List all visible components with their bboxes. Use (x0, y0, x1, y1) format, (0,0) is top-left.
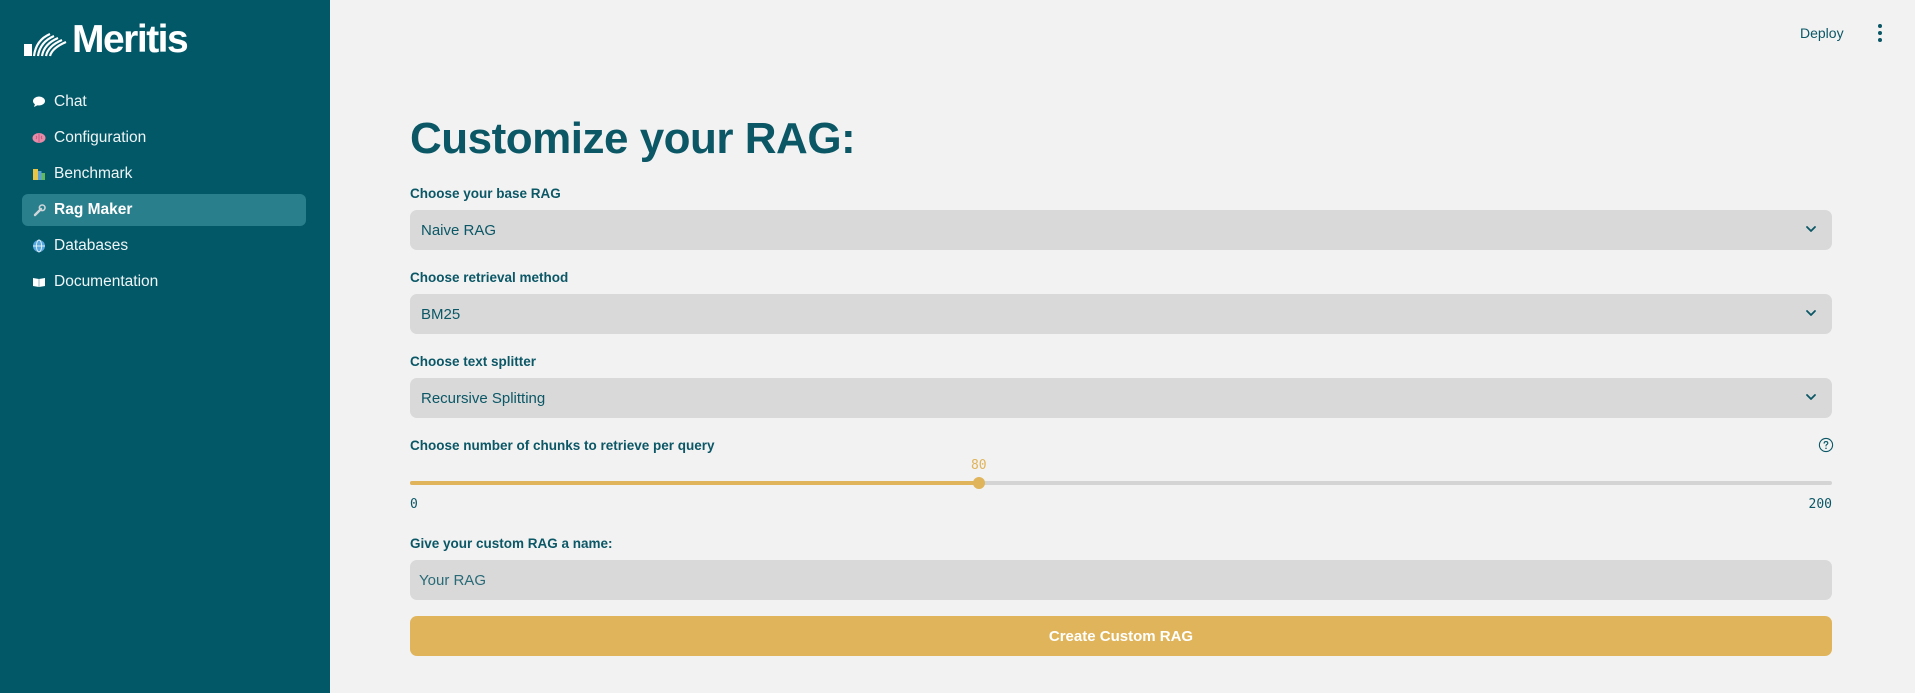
books-icon (32, 167, 46, 181)
text-splitter-value: Recursive Splitting (421, 389, 546, 407)
app-window: Meritis Chat Configuration Benchmark Rag… (0, 0, 1915, 693)
open-book-icon (32, 275, 46, 289)
brand-name: Meritis (72, 18, 189, 61)
rag-name-label: Give your custom RAG a name: (410, 536, 613, 551)
retrieval-method-select[interactable]: BM25 (410, 294, 1832, 334)
sidebar-item-label: Chat (54, 93, 87, 110)
base-rag-label: Choose your base RAG (410, 186, 561, 201)
slider-max-value: 200 (1808, 497, 1832, 512)
slider-current-value: 80 (970, 458, 987, 473)
create-custom-rag-button[interactable]: Create Custom RAG (410, 616, 1832, 656)
chevron-down-icon (1806, 310, 1816, 316)
text-splitter-select[interactable]: Recursive Splitting (410, 378, 1832, 418)
sidebar-item-chat[interactable]: Chat (22, 86, 306, 118)
base-rag-value: Naive RAG (421, 221, 497, 239)
page-title: Customize your RAG: (410, 114, 856, 163)
sidebar-item-label: Databases (54, 237, 129, 254)
meritis-logo-icon (24, 32, 67, 57)
slider-min-value: 0 (410, 497, 418, 512)
globe-icon (32, 239, 46, 253)
slider-thumb[interactable] (972, 477, 985, 489)
wrench-icon (32, 203, 46, 217)
chunks-label: Choose number of chunks to retrieve per … (410, 438, 715, 453)
brand-logo[interactable]: Meritis (22, 18, 189, 61)
sidebar-item-databases[interactable]: Databases (22, 230, 306, 262)
sidebar-item-label: Benchmark (54, 165, 133, 182)
retrieval-method-label: Choose retrieval method (410, 270, 569, 285)
sidebar-item-label: Documentation (54, 273, 159, 290)
rag-name-input[interactable] (410, 560, 1832, 600)
sidebar-item-configuration[interactable]: Configuration (22, 122, 306, 154)
speech-bubble-icon (32, 95, 46, 109)
retrieval-method-value: BM25 (421, 305, 461, 323)
help-icon[interactable] (1818, 437, 1834, 453)
base-rag-select[interactable]: Naive RAG (410, 210, 1832, 250)
brain-icon (32, 131, 46, 145)
chevron-down-icon (1806, 226, 1816, 232)
sidebar-item-label: Rag Maker (54, 201, 133, 218)
sidebar: Meritis Chat Configuration Benchmark Rag… (0, 0, 330, 693)
sidebar-item-rag-maker[interactable]: Rag Maker (22, 194, 306, 226)
text-splitter-label: Choose text splitter (410, 354, 537, 369)
sidebar-item-label: Configuration (54, 129, 147, 146)
chevron-down-icon (1806, 394, 1816, 400)
sidebar-item-benchmark[interactable]: Benchmark (22, 158, 306, 190)
kebab-menu-icon[interactable] (1872, 22, 1888, 44)
deploy-button[interactable]: Deploy (1800, 22, 1844, 44)
sidebar-item-documentation[interactable]: Documentation (22, 266, 306, 298)
sidebar-nav: Chat Configuration Benchmark Rag Maker D… (22, 86, 306, 302)
chunks-slider[interactable] (410, 477, 1832, 489)
slider-fill (410, 481, 979, 485)
